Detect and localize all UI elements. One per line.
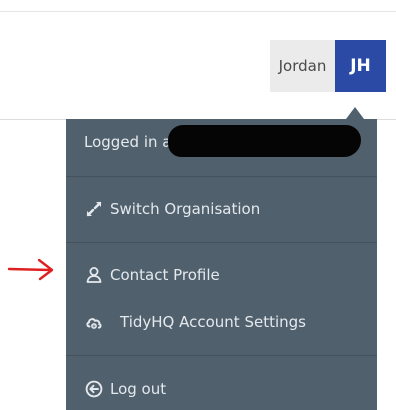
menu-divider xyxy=(66,355,377,356)
cloud-gear-icon xyxy=(84,312,104,332)
avatar-initials: JH xyxy=(350,56,371,76)
switch-organisation-label: Switch Organisation xyxy=(110,200,261,218)
top-divider xyxy=(0,11,396,12)
log-out-label: Log out xyxy=(110,380,167,398)
switch-organisation-item[interactable]: Switch Organisation xyxy=(84,199,260,219)
account-dropdown-menu: Logged in a Switch Organisation Contact … xyxy=(66,119,377,410)
menu-divider xyxy=(66,242,377,243)
menu-divider xyxy=(66,176,377,177)
account-settings-item[interactable]: TidyHQ Account Settings xyxy=(84,312,306,332)
user-outline-icon xyxy=(84,265,104,285)
user-name-button[interactable]: Jordan xyxy=(270,40,335,92)
log-out-item[interactable]: Log out xyxy=(84,379,166,399)
logged-in-label: Logged in a xyxy=(84,133,172,151)
logged-in-row: Logged in a xyxy=(84,133,171,151)
circle-arrow-left-icon xyxy=(84,379,104,399)
contact-profile-label: Contact Profile xyxy=(110,266,220,284)
user-name: Jordan xyxy=(278,57,327,75)
contact-profile-item[interactable]: Contact Profile xyxy=(84,265,220,285)
dropdown-caret xyxy=(346,107,364,119)
red-arrow-annotation xyxy=(6,256,58,286)
avatar[interactable]: JH xyxy=(335,40,386,92)
redaction-mark xyxy=(168,125,361,157)
expand-arrows-icon xyxy=(84,199,104,219)
account-settings-label: TidyHQ Account Settings xyxy=(120,313,306,331)
